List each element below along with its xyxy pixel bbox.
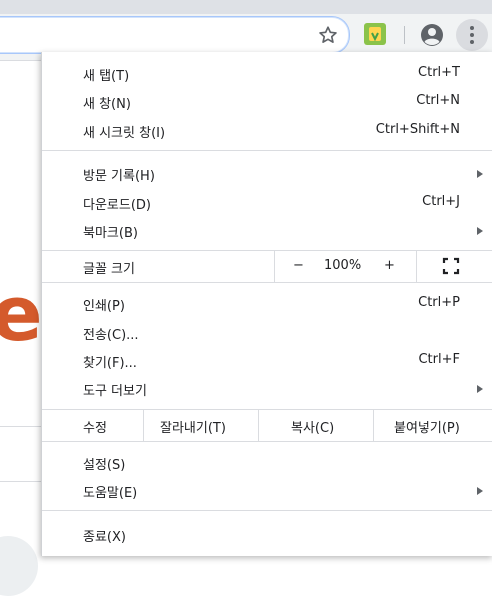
- menu-item-new-window[interactable]: 새 창(N) Ctrl+N: [42, 88, 492, 116]
- submenu-arrow-icon: [477, 227, 483, 235]
- menu-item-cast[interactable]: 전송(C)...: [42, 319, 492, 347]
- menu-item-shortcut: Ctrl+N: [416, 93, 460, 108]
- menu-divider: [42, 150, 492, 151]
- menu-item-label: 방문 기록(H): [83, 169, 155, 184]
- menu-item-history[interactable]: 방문 기록(H): [42, 160, 492, 188]
- menu-item-settings[interactable]: 설정(S): [42, 449, 492, 477]
- extension-icon[interactable]: [362, 21, 388, 47]
- menu-zoom-row: 글꼴 크기: [42, 253, 492, 282]
- menu-item-print[interactable]: 인쇄(P) Ctrl+P: [42, 290, 492, 318]
- zoom-level: 100%: [324, 258, 362, 273]
- bookmark-star-icon[interactable]: [317, 24, 339, 46]
- menu-item-label: 찾기(F)...: [83, 356, 137, 371]
- submenu-arrow-icon: [477, 170, 483, 178]
- edit-divider: [143, 410, 144, 441]
- menu-divider: [42, 441, 492, 442]
- menu-divider: [42, 282, 492, 283]
- menu-item-label: 전송(C)...: [83, 328, 139, 343]
- menu-item-find[interactable]: 찾기(F)... Ctrl+F: [42, 347, 492, 375]
- submenu-arrow-icon: [477, 487, 483, 495]
- page-shortcut-tile: [0, 536, 38, 596]
- edit-divider: [258, 410, 259, 441]
- menu-item-label: 도움말(E): [83, 486, 138, 501]
- menu-item-help[interactable]: 도움말(E): [42, 477, 492, 505]
- zoom-out-button[interactable]: −: [293, 258, 304, 273]
- menu-item-new-tab[interactable]: 새 탭(T) Ctrl+T: [42, 60, 492, 88]
- menu-item-new-incognito-window[interactable]: 새 시크릿 창(I) Ctrl+Shift+N: [42, 117, 492, 145]
- three-dots-vertical-icon[interactable]: [456, 19, 488, 51]
- fullscreen-icon[interactable]: [442, 257, 460, 275]
- menu-item-label: 새 탭(T): [83, 69, 130, 84]
- menu-item-label: 설정(S): [83, 458, 126, 473]
- page-divider: [0, 60, 41, 61]
- menu-dot: [470, 40, 474, 44]
- zoom-in-button[interactable]: +: [384, 258, 395, 273]
- menu-dot: [470, 26, 474, 30]
- menu-item-label: 북마크(B): [83, 226, 138, 241]
- menu-item-shortcut: Ctrl+T: [418, 65, 460, 80]
- page-logo-fragment: e: [0, 269, 43, 358]
- menu-item-downloads[interactable]: 다운로드(D) Ctrl+J: [42, 189, 492, 217]
- zoom-divider: [416, 251, 417, 283]
- menu-item-label: 인쇄(P): [83, 299, 125, 314]
- cut-button[interactable]: 잘라내기(T): [160, 417, 226, 436]
- menu-divider: [42, 250, 492, 251]
- menu-item-shortcut: Ctrl+J: [422, 194, 460, 209]
- toolbar-separator: [404, 26, 405, 44]
- menu-item-shortcut: Ctrl+F: [418, 352, 460, 367]
- menu-item-label: 새 시크릿 창(I): [83, 126, 166, 141]
- chrome-main-menu: 새 탭(T) Ctrl+T 새 창(N) Ctrl+N 새 시크릿 창(I) C…: [41, 52, 492, 556]
- page-divider: [0, 426, 41, 427]
- menu-item-more-tools[interactable]: 도구 더보기: [42, 375, 492, 403]
- zoom-label: 글꼴 크기: [83, 262, 135, 277]
- tab-strip: [0, 0, 492, 14]
- submenu-arrow-icon: [477, 385, 483, 393]
- account-circle-icon[interactable]: [420, 23, 444, 47]
- menu-item-exit[interactable]: 종료(X): [42, 521, 492, 549]
- copy-button[interactable]: 복사(C): [291, 417, 334, 436]
- menu-item-shortcut: Ctrl+Shift+N: [375, 122, 460, 137]
- edit-label: 수정: [83, 421, 107, 436]
- menu-item-label: 도구 더보기: [83, 384, 147, 399]
- menu-dot: [470, 33, 474, 37]
- edit-divider: [373, 410, 374, 441]
- menu-divider: [42, 510, 492, 511]
- paste-button[interactable]: 붙여넣기(P): [394, 417, 460, 436]
- menu-item-label: 새 창(N): [83, 97, 131, 112]
- zoom-divider: [274, 251, 275, 283]
- menu-item-label: 종료(X): [83, 530, 126, 545]
- menu-item-bookmarks[interactable]: 북마크(B): [42, 217, 492, 245]
- page-divider: [0, 481, 41, 482]
- menu-item-shortcut: Ctrl+P: [418, 295, 460, 310]
- menu-divider: [42, 409, 492, 410]
- menu-item-label: 다운로드(D): [83, 198, 151, 213]
- address-bar[interactable]: [0, 17, 349, 53]
